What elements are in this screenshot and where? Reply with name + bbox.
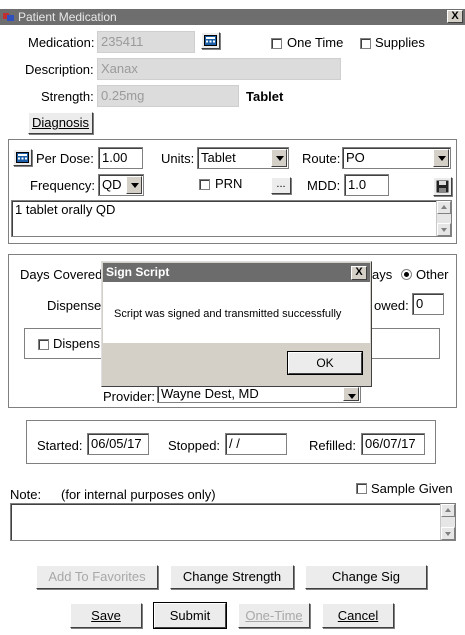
dialog-message: Script was signed and transmitted succes… (114, 308, 342, 320)
supplies-label: Supplies (375, 35, 425, 50)
mdd-field[interactable]: 1.0 (344, 174, 389, 196)
frequency-lookup-button[interactable]: ... (271, 177, 291, 194)
provider-value: Wayne Dest, MD (161, 386, 259, 401)
description-label: Description: (25, 62, 94, 77)
sig-scrollbar[interactable] (436, 201, 451, 236)
one-time-checkbox[interactable] (271, 38, 282, 49)
calculator-icon (16, 152, 29, 163)
scroll-up-icon[interactable] (437, 201, 451, 214)
note-hint: (for internal purposes only) (61, 487, 216, 502)
change-sig-button[interactable]: Change Sig (305, 565, 427, 589)
note-scrollbar[interactable] (440, 504, 455, 540)
refilled-label: Refilled: (309, 438, 356, 453)
prn-checkbox[interactable] (199, 179, 210, 190)
frequency-select[interactable]: QD (98, 174, 144, 196)
sample-given-checkbox[interactable] (356, 483, 367, 494)
chevron-down-icon[interactable] (126, 176, 142, 194)
chevron-down-icon[interactable] (433, 149, 449, 167)
dialog-title: Sign Script (106, 265, 170, 279)
submit-button[interactable]: Submit (153, 602, 227, 629)
stopped-label: Stopped: (168, 438, 221, 453)
mdd-label: MDD: (307, 178, 341, 193)
strength-label: Strength: (41, 89, 94, 104)
scroll-down-icon[interactable] (441, 527, 455, 540)
one-time-button-label: One-Time (245, 608, 303, 623)
sig-text: 1 tablet orally QD (15, 202, 116, 217)
dispense-label: Dispense (47, 298, 102, 313)
refilled-date-field[interactable]: 06/07/17 (361, 433, 425, 455)
floppy-disk-icon (436, 180, 449, 193)
provider-select[interactable]: Wayne Dest, MD (157, 385, 361, 403)
days-option-label: ays (372, 267, 393, 282)
route-label: Route: (302, 151, 341, 166)
diagnosis-button[interactable]: Diagnosis (28, 112, 93, 134)
window-title-bar: Patient Medication X (0, 9, 465, 25)
sig-textarea[interactable]: 1 tablet orally QD (11, 200, 452, 237)
chevron-down-icon[interactable] (343, 387, 359, 401)
units-value: Tablet (201, 150, 236, 165)
refills-allowed-label: owed: (374, 298, 409, 313)
save-sig-button[interactable] (433, 177, 452, 196)
calculator-button[interactable] (201, 32, 220, 49)
other-radio[interactable] (401, 269, 412, 280)
other-label: Other (416, 267, 449, 282)
stopped-date-field[interactable]: / / (225, 433, 287, 455)
dosage-form: Tablet (246, 89, 284, 104)
dispense-checkbox-label: Dispens (53, 336, 100, 351)
medication-label: Medication: (28, 35, 95, 50)
route-select[interactable]: PO (342, 147, 451, 169)
strength-field[interactable]: 0.25mg (97, 85, 239, 107)
per-dose-field[interactable]: 1.00 (98, 147, 143, 169)
units-select[interactable]: Tablet (197, 147, 289, 169)
chevron-down-icon[interactable] (271, 149, 287, 167)
note-textarea[interactable] (10, 503, 456, 541)
ok-button[interactable]: OK (287, 351, 363, 375)
frequency-label: Frequency: (30, 178, 96, 193)
medication-field[interactable]: 235411 (97, 31, 195, 53)
diagnosis-button-label: Diagnosis (31, 115, 90, 130)
dialog-body: Script was signed and transmitted succes… (103, 282, 370, 343)
refills-allowed-field[interactable]: 0 (412, 293, 444, 315)
prn-label: PRN (215, 176, 243, 191)
one-time-label: One Time (287, 35, 344, 50)
provider-label: Provider: (103, 389, 156, 404)
window-close-button[interactable]: X (447, 10, 463, 23)
app-icon (3, 13, 14, 21)
description-field[interactable]: Xanax (97, 58, 341, 80)
add-to-favorites-button[interactable]: Add To Favorites (36, 565, 158, 589)
cancel-button[interactable]: Cancel (322, 603, 394, 628)
dose-calculator-button[interactable] (13, 149, 32, 166)
frequency-value: QD (102, 177, 122, 192)
scroll-up-icon[interactable] (441, 504, 455, 517)
started-date-field[interactable]: 06/05/17 (87, 433, 149, 455)
per-dose-label: Per Dose: (36, 151, 94, 166)
sign-script-dialog: Sign Script X Script was signed and tran… (101, 261, 372, 387)
scroll-down-icon[interactable] (437, 223, 451, 236)
calculator-icon (204, 35, 217, 46)
dialog-title-bar: Sign Script X (103, 263, 370, 282)
started-label: Started: (37, 438, 83, 453)
cancel-button-label: Cancel (337, 608, 379, 623)
units-label: Units: (161, 151, 195, 166)
note-label: Note: (10, 487, 42, 502)
sample-given-label: Sample Given (371, 481, 453, 496)
one-time-button[interactable]: One-Time (238, 603, 310, 628)
dispense-checkbox[interactable] (38, 339, 49, 350)
save-button-label: Save (91, 608, 121, 623)
window-title: Patient Medication (18, 10, 117, 24)
dialog-close-button[interactable]: X (351, 266, 367, 280)
route-value: PO (346, 150, 365, 165)
supplies-checkbox[interactable] (360, 38, 371, 49)
save-button[interactable]: Save (70, 603, 142, 628)
change-strength-button[interactable]: Change Strength (170, 565, 294, 589)
days-covered-label: Days Covered (20, 267, 103, 282)
